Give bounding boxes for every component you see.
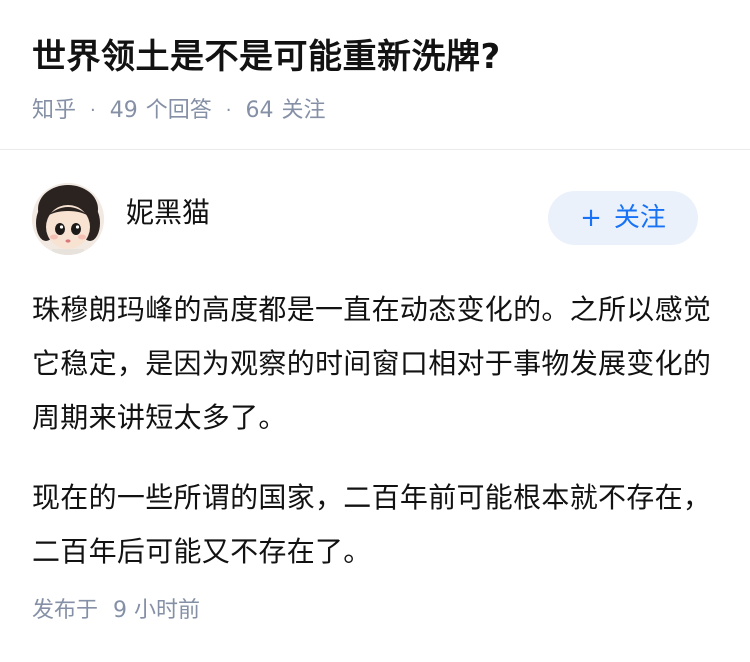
meta-separator: · [225, 100, 232, 121]
follow-button[interactable]: + 关注 [548, 191, 698, 245]
answer-content: 珠穆朗玛峰的高度都是一直在动态变化的。之所以感觉它稳定，是因为观察的时间窗口相对… [32, 283, 718, 579]
answer-card: 妮黑猫 + 关注 珠穆朗玛峰的高度都是一直在动态变化的。之所以感觉它稳定，是因为观… [0, 183, 750, 579]
answer-page: 世界领土是不是可能重新洗牌? 知乎 · 49 个回答 · 64 关注 妮黑猫 +… [0, 0, 750, 662]
answer-paragraph: 现在的一些所谓的国家，二百年前可能根本就不存在，二百年后可能又不存在了。 [32, 481, 712, 568]
doll-avatar-icon [32, 183, 104, 255]
avatar[interactable] [32, 183, 104, 255]
publish-time: 发布于 9 小时前 [32, 596, 200, 626]
follower-count-number: 64 [245, 98, 274, 123]
publish-label: 发布于 [32, 598, 99, 623]
follow-button-label: 关注 [613, 203, 666, 233]
plus-icon: + [580, 203, 602, 233]
publish-time-value: 9 小时前 [113, 598, 201, 623]
question-header: 世界领土是不是可能重新洗牌? 知乎 · 49 个回答 · 64 关注 [0, 0, 750, 150]
answer-count-label: 个回答 [145, 98, 212, 123]
follower-count-label: 关注 [281, 98, 326, 123]
answer-count-number: 49 [109, 98, 138, 123]
meta-separator: · [90, 100, 96, 121]
author-name[interactable]: 妮黑猫 [126, 195, 210, 231]
follower-count[interactable]: 64 关注 [246, 96, 326, 126]
author-row: 妮黑猫 + 关注 [32, 183, 718, 255]
source-link[interactable]: 知乎 [32, 96, 76, 126]
answer-count[interactable]: 49 个回答 [110, 96, 212, 126]
question-title[interactable]: 世界领土是不是可能重新洗牌? [32, 34, 718, 80]
question-meta: 知乎 · 49 个回答 · 64 关注 [32, 96, 718, 126]
answer-paragraph: 珠穆朗玛峰的高度都是一直在动态变化的。之所以感觉它稳定，是因为观察的时间窗口相对… [32, 293, 712, 434]
